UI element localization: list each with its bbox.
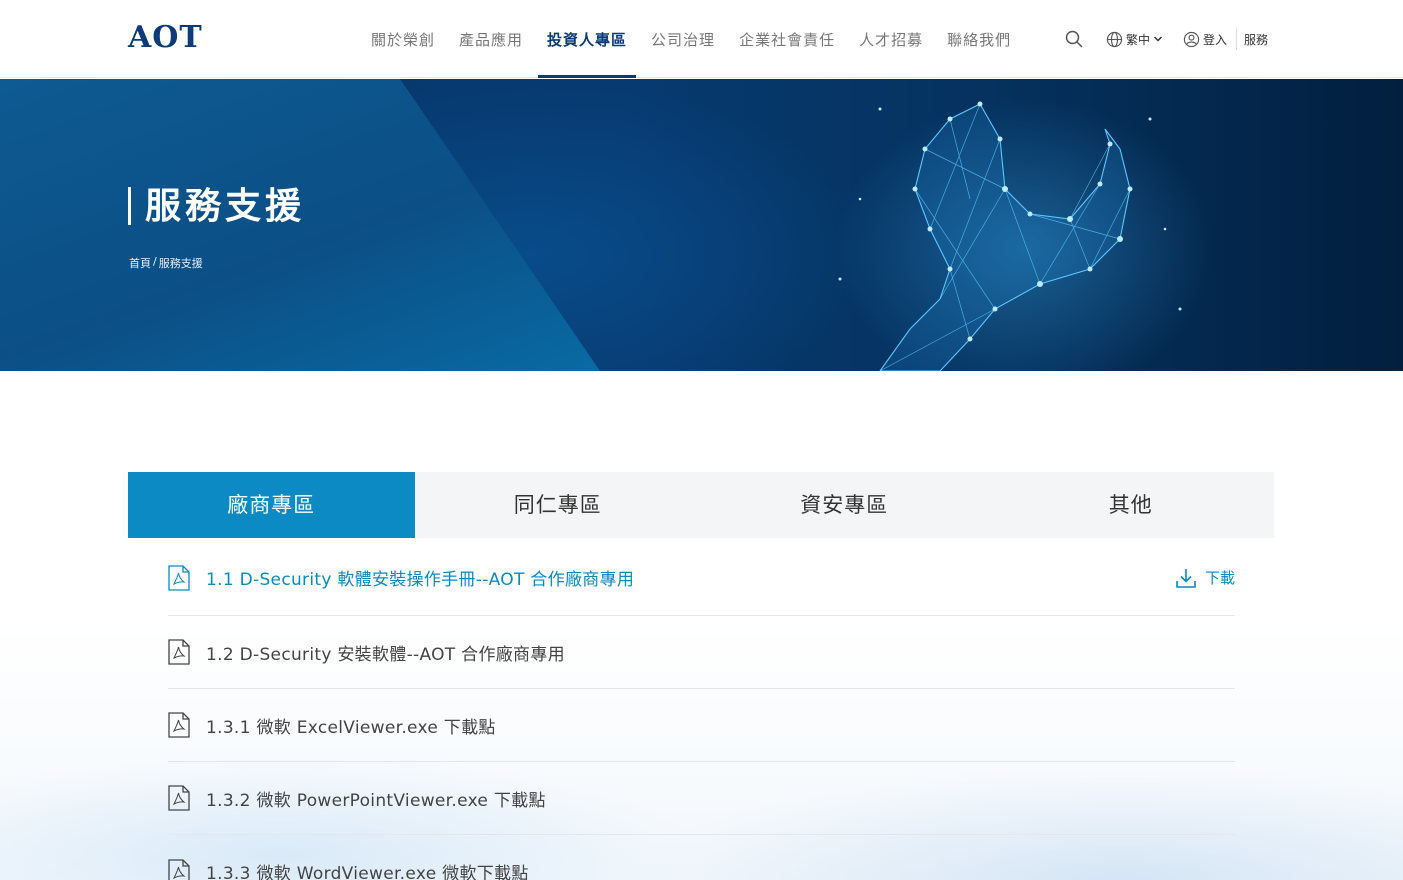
document-list: 1.1 D-Security 軟體安裝操作手冊--AOT 合作廠商專用 下載 1… (168, 540, 1235, 880)
pdf-file-icon (168, 712, 190, 738)
document-title[interactable]: 1.3.1 微軟 ExcelViewer.exe 下載點 (206, 713, 496, 738)
breadcrumb: 首頁 / 服務支援 (129, 255, 203, 271)
language-selector[interactable]: 繁中 (1106, 31, 1163, 48)
nav-item-csr[interactable]: 企業社會責任 (730, 0, 844, 78)
nav-item-governance[interactable]: 公司治理 (642, 0, 724, 78)
tab-colleagues[interactable]: 同仁專區 (415, 472, 702, 538)
user-icon (1183, 31, 1200, 47)
header-tools: 繁中 登入 服務 (1064, 0, 1268, 78)
globe-icon (1106, 31, 1123, 47)
document-row[interactable]: 1.3.1 微軟 ExcelViewer.exe 下載點 (168, 689, 1235, 762)
nav-item-careers[interactable]: 人才招募 (850, 0, 932, 78)
nav-item-contact[interactable]: 聯絡我們 (938, 0, 1020, 78)
document-row[interactable]: 1.2 D-Security 安裝軟體--AOT 合作廠商專用 (168, 616, 1235, 689)
breadcrumb-separator: / (153, 255, 157, 268)
main-nav: 關於榮創 產品應用 投資人專區 公司治理 企業社會責任 人才招募 聯絡我們 (362, 0, 1026, 78)
document-row[interactable]: 1.3.2 微軟 PowerPointViewer.exe 下載點 (168, 762, 1235, 835)
document-title[interactable]: 1.2 D-Security 安裝軟體--AOT 合作廠商專用 (206, 640, 565, 665)
tab-vendors[interactable]: 廠商專區 (128, 472, 415, 538)
pdf-file-icon (168, 858, 190, 880)
document-row[interactable]: 1.3.3 微軟 WordViewer.exe 微軟下載點 (168, 835, 1235, 880)
service-label: 服務 (1244, 32, 1269, 47)
download-icon (1176, 568, 1196, 588)
login-link[interactable]: 登入 (1183, 28, 1238, 50)
page-title: 服務支援 (128, 187, 305, 227)
chevron-down-icon (1153, 36, 1163, 42)
wrench-network-illustration (835, 99, 1215, 371)
document-title[interactable]: 1.3.2 微軟 PowerPointViewer.exe 下載點 (206, 786, 546, 811)
document-row[interactable]: 1.1 D-Security 軟體安裝操作手冊--AOT 合作廠商專用 下載 (168, 540, 1235, 616)
document-title[interactable]: 1.1 D-Security 軟體安裝操作手冊--AOT 合作廠商專用 (206, 565, 634, 590)
search-icon[interactable] (1064, 29, 1084, 49)
aot-logo[interactable]: AOT (128, 20, 203, 55)
pdf-file-icon (168, 639, 190, 665)
pdf-file-icon (168, 564, 190, 591)
site-header: AOT 關於榮創 產品應用 投資人專區 公司治理 企業社會責任 人才招募 聯絡我… (0, 0, 1403, 78)
breadcrumb-home[interactable]: 首頁 (129, 255, 151, 271)
nav-item-about[interactable]: 關於榮創 (362, 0, 444, 78)
category-tabs: 廠商專區 同仁專區 資安專區 其他 (128, 472, 1274, 538)
pdf-file-icon (168, 785, 190, 811)
hero-banner: 服務支援 首頁 / 服務支援 (0, 79, 1403, 371)
service-link[interactable]: 服務 (1244, 28, 1268, 50)
nav-item-products[interactable]: 產品應用 (450, 0, 532, 78)
breadcrumb-current: 服務支援 (158, 257, 203, 270)
nav-item-investors[interactable]: 投資人專區 (538, 0, 637, 78)
document-title[interactable]: 1.3.3 微軟 WordViewer.exe 微軟下載點 (206, 859, 529, 880)
tab-others[interactable]: 其他 (988, 472, 1275, 538)
download-label: 下載 (1204, 569, 1235, 587)
download-button[interactable]: 下載 (1175, 567, 1235, 589)
tab-security[interactable]: 資安專區 (701, 472, 988, 538)
login-label: 登入 (1203, 32, 1228, 47)
language-label: 繁中 (1126, 32, 1151, 47)
